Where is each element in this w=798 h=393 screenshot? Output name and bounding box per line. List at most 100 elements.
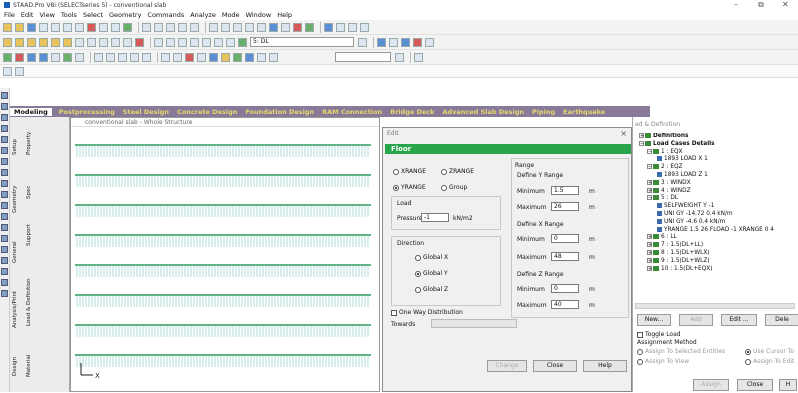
zoom-in-icon[interactable] (154, 22, 163, 32)
side-tab-load-definition[interactable]: Load & Definition (26, 262, 38, 342)
global-y-radio[interactable] (415, 270, 421, 277)
use-cursor-radio[interactable] (745, 348, 751, 355)
page-combo[interactable] (335, 52, 391, 62)
support-tool-icon[interactable] (1, 224, 8, 231)
renumber-icon[interactable] (75, 52, 84, 62)
tab-steel-design[interactable]: Steel Design (122, 108, 170, 116)
paste-icon[interactable] (75, 22, 84, 32)
minimize-button[interactable]: – (734, 0, 738, 9)
delete-load-button[interactable]: Dele (765, 314, 798, 326)
translational-repeat-icon[interactable] (3, 52, 12, 62)
display-release-icon[interactable] (221, 52, 230, 62)
selection-icon[interactable] (281, 22, 290, 32)
check-icon[interactable] (305, 22, 314, 32)
tab-earthquake[interactable]: Earthquake (562, 108, 606, 116)
tree-load-item[interactable]: 1893 LOAD Z 1 (635, 171, 797, 180)
open-file-icon[interactable] (15, 22, 24, 32)
circular-repeat-icon[interactable] (15, 52, 24, 62)
select-plate-icon[interactable] (27, 37, 36, 47)
cursor-plate-icon[interactable] (99, 37, 108, 47)
symbol-icon[interactable] (135, 37, 144, 47)
select-geometry-icon[interactable] (63, 37, 72, 47)
structure-viewport[interactable]: conventional slab - Whole Structure X (70, 117, 380, 392)
xrange-radio[interactable] (393, 168, 399, 175)
menu-analyze[interactable]: Analyze (190, 11, 216, 19)
tree-load-item[interactable]: UNI GY -14.72 0.4 kN/m (635, 210, 797, 219)
menu-commands[interactable]: Commands (147, 11, 184, 19)
plate-icon[interactable] (233, 22, 242, 32)
properties-tool-icon[interactable] (1, 257, 8, 264)
global-x-radio[interactable] (415, 254, 421, 261)
cursor-node-icon[interactable] (75, 37, 84, 47)
yrange-radio[interactable] (393, 184, 399, 191)
mirror-icon[interactable] (27, 52, 36, 62)
cursor-beam-icon[interactable] (87, 37, 96, 47)
new-load-button[interactable]: New... (637, 314, 671, 326)
tree-load-6[interactable]: +6 : LL (635, 234, 797, 242)
tab-modeling[interactable]: Modeling (10, 107, 52, 116)
select-icon[interactable] (1, 103, 8, 110)
side-tab-material[interactable]: Material (26, 347, 38, 385)
report-tool-icon[interactable] (1, 279, 8, 286)
solid-tool-icon[interactable] (1, 213, 8, 220)
tree-load-item[interactable]: SELFWEIGHT Y -1 (635, 203, 797, 211)
member-query-icon[interactable] (401, 37, 410, 47)
cursor-solid-icon[interactable] (111, 37, 120, 47)
close-window-button[interactable]: ✕ (782, 0, 789, 9)
group-radio[interactable] (441, 184, 447, 191)
rotate-icon[interactable] (190, 22, 199, 32)
display-diagram-icon[interactable] (185, 52, 194, 62)
assign-selected-option[interactable]: Assign To Selected Entities (637, 348, 725, 355)
select-beam-icon[interactable] (15, 37, 24, 47)
redo-icon[interactable] (111, 22, 120, 32)
color-icon[interactable] (413, 37, 422, 47)
add-beam-icon[interactable] (94, 52, 103, 62)
cut-icon[interactable] (51, 22, 60, 32)
tab-bridge-deck[interactable]: Bridge Deck (389, 108, 435, 116)
analysis-tool-icon[interactable] (1, 268, 8, 275)
cascade-icon[interactable] (348, 22, 357, 32)
view-left-icon[interactable] (178, 37, 187, 47)
tree-load-item-floor[interactable]: YRANGE 1.5 26 FLOAD -1 XRANGE 0 4 (635, 226, 797, 235)
delete-icon[interactable] (87, 22, 96, 32)
one-way-option[interactable]: One Way Distribution (391, 309, 463, 316)
add-plate-icon[interactable] (106, 52, 115, 62)
intersect-icon[interactable] (63, 52, 72, 62)
global-y-option[interactable]: Global Y (415, 270, 448, 277)
assign-edit-radio[interactable] (745, 358, 751, 365)
edit-load-button[interactable]: Edit ... (721, 314, 757, 326)
menu-mode[interactable]: Mode (222, 11, 240, 19)
structure-wizard-icon[interactable] (377, 37, 386, 47)
use-cursor-option[interactable]: Use Cursor To (745, 348, 794, 355)
select-surface-icon[interactable] (51, 37, 60, 47)
tab-floor[interactable]: Floor (385, 144, 631, 154)
zoom-icon[interactable] (1, 125, 8, 132)
side-tab-geometry[interactable]: Geometry (12, 172, 24, 227)
tree-load-8[interactable]: +8 : 1.5(DL+WLX) (635, 249, 797, 258)
global-x-option[interactable]: Global X (415, 254, 448, 261)
tab-advanced-slab-design[interactable]: Advanced Slab Design (441, 108, 525, 116)
display-load-icon[interactable] (161, 52, 170, 62)
tree-load-2[interactable]: −2 : EQZ (635, 164, 797, 172)
zoom-window-icon[interactable] (142, 22, 151, 32)
add-node-icon[interactable] (118, 52, 127, 62)
toggle-load-option[interactable]: Toggle Load (637, 331, 681, 338)
assign-view-option[interactable]: Assign To View (637, 358, 689, 365)
save-icon[interactable] (27, 22, 36, 32)
yrange-option[interactable]: YRANGE (393, 184, 426, 191)
tab-foundation-design[interactable]: Foundation Design (244, 108, 315, 116)
rotate-geometry-icon[interactable] (39, 52, 48, 62)
snap-grid-icon[interactable] (130, 52, 139, 62)
zrange-option[interactable]: ZRANGE (441, 168, 474, 175)
z-min-input[interactable]: 0 (551, 284, 579, 293)
display-label-icon[interactable] (233, 52, 242, 62)
x-max-input[interactable]: 48 (551, 252, 579, 261)
side-tab-analysis-print[interactable]: Analysis/Print (12, 277, 24, 342)
tree-load-4[interactable]: +4 : WINDZ (635, 187, 797, 196)
tab-concrete-design[interactable]: Concrete Design (176, 108, 238, 116)
tree-load-item[interactable]: 1893 LOAD X 1 (635, 156, 797, 164)
one-way-checkbox[interactable] (391, 309, 397, 316)
view-front-icon[interactable] (154, 37, 163, 47)
window-icon[interactable] (324, 22, 333, 32)
y-max-input[interactable]: 26 (551, 202, 579, 211)
